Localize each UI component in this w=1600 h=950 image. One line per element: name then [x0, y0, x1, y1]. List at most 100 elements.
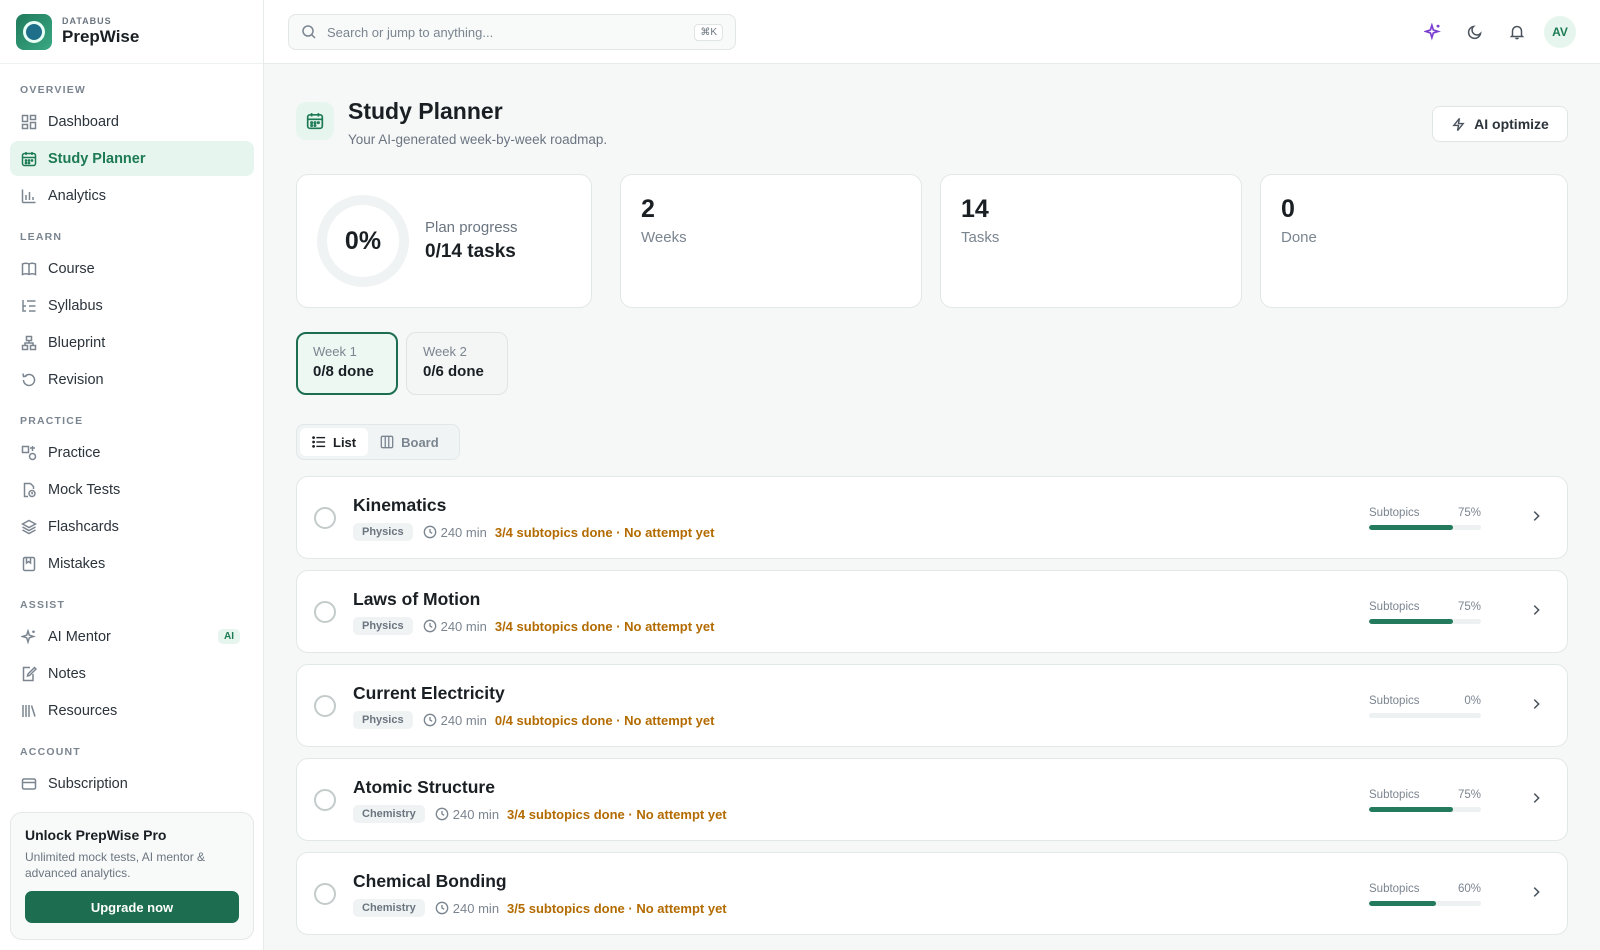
- ai-sparkles-button[interactable]: [1416, 15, 1450, 49]
- chevron-right-icon[interactable]: [1529, 697, 1543, 711]
- tasks-label: Tasks: [961, 229, 1000, 246]
- task-status: 3/5 subtopics done · No attempt yet: [507, 900, 727, 916]
- subject-tag: Physics: [353, 711, 413, 729]
- sidebar-item-label: Study Planner: [48, 150, 146, 167]
- theme-toggle-button[interactable]: [1458, 15, 1492, 49]
- sidebar-item-label: Syllabus: [48, 297, 103, 314]
- promo-title: Unlock PrepWise Pro: [25, 827, 167, 843]
- task-row[interactable]: Current Electricity Physics 240 min 0/4 sub…: [296, 664, 1568, 747]
- view-toggle: List Board: [296, 424, 460, 460]
- progress-fill: [1369, 619, 1453, 624]
- week-label: Week 1: [313, 344, 357, 359]
- upgrade-button[interactable]: Upgrade now: [25, 891, 239, 923]
- progress-ring: 0%: [317, 195, 409, 287]
- sidebar-item-resources[interactable]: Resources: [10, 693, 254, 728]
- week-tab-1[interactable]: Week 1 0/8 done: [296, 332, 398, 395]
- sidebar-item-blueprint[interactable]: Blueprint: [10, 325, 254, 360]
- task-row[interactable]: Atomic Structure Chemistry 240 min 3/4 subt…: [296, 758, 1568, 841]
- page-subtitle: Your AI-generated week-by-week roadmap.: [348, 132, 608, 147]
- list-tree-icon: [20, 297, 38, 315]
- sidebar-item-label: Mock Tests: [48, 481, 121, 498]
- sidebar-item-study-planner[interactable]: Study Planner: [10, 141, 254, 176]
- subtopics-progress-bar: [1369, 901, 1481, 906]
- task-title: Chemical Bonding: [353, 871, 507, 891]
- task-title: Laws of Motion: [353, 589, 481, 609]
- sidebar-item-label: Subscription: [48, 775, 128, 792]
- dashboard-icon: [20, 113, 38, 131]
- sidebar-item-ai-mentor[interactable]: AI Mentor AI: [10, 619, 254, 654]
- task-checkbox[interactable]: [314, 883, 336, 905]
- subtopics-percent: 75%: [1457, 507, 1481, 519]
- sidebar-item-practice[interactable]: Practice: [10, 435, 254, 470]
- clock-icon: [423, 619, 437, 633]
- list-view-button[interactable]: List: [300, 428, 369, 456]
- chevron-right-icon[interactable]: [1529, 791, 1543, 805]
- sidebar-item-flashcards[interactable]: Flashcards: [10, 509, 254, 544]
- task-checkbox[interactable]: [314, 695, 336, 717]
- sidebar-item-mistakes[interactable]: Mistakes: [10, 546, 254, 581]
- chevron-right-icon[interactable]: [1529, 603, 1543, 617]
- subtopics-progress-bar: [1369, 525, 1481, 530]
- list-icon: [312, 435, 326, 449]
- sidebar-item-syllabus[interactable]: Syllabus: [10, 288, 254, 323]
- board-view-label: Board: [401, 434, 439, 450]
- week-tab-2[interactable]: Week 2 0/6 done: [406, 332, 508, 395]
- ai-optimize-button[interactable]: AI optimize: [1432, 106, 1568, 142]
- subject-tag: Physics: [353, 617, 413, 635]
- brand-tagline: DATABUS: [62, 16, 112, 26]
- task-checkbox[interactable]: [314, 507, 336, 529]
- search-placeholder: Search or jump to anything...: [327, 24, 494, 40]
- subtopics-percent: 60%: [1457, 883, 1481, 895]
- chevron-right-icon[interactable]: [1529, 509, 1543, 523]
- rotate-icon: [20, 371, 38, 389]
- clock-icon: [423, 713, 437, 727]
- task-status: 3/4 subtopics done · No attempt yet: [494, 524, 715, 540]
- sidebar-item-notes[interactable]: Notes: [10, 656, 254, 691]
- sidebar: DATABUS PrepWise OVERVIEW Dashboard Stud…: [0, 0, 264, 950]
- calendar-icon: [20, 150, 38, 168]
- weeks-stat-card: 2 Weeks: [620, 174, 922, 308]
- clock-icon: [423, 525, 437, 539]
- task-checkbox[interactable]: [314, 789, 336, 811]
- avatar[interactable]: AV: [1544, 16, 1576, 48]
- sidebar-item-course[interactable]: Course: [10, 251, 254, 286]
- brand[interactable]: DATABUS PrepWise: [0, 0, 263, 64]
- sidebar-item-revision[interactable]: Revision: [10, 362, 254, 397]
- clock-icon: [435, 901, 449, 915]
- lightning-icon: [1451, 117, 1466, 132]
- task-row[interactable]: Chemical Bonding Chemistry 240 min 3/5 subt…: [296, 852, 1568, 935]
- credit-card-icon: [20, 775, 38, 793]
- list-view-label: List: [333, 434, 357, 450]
- search-input[interactable]: Search or jump to anything... ⌘K: [288, 14, 736, 50]
- bar-chart-icon: [20, 187, 38, 205]
- chevron-right-icon[interactable]: [1529, 885, 1543, 899]
- task-duration: 240 min: [452, 900, 500, 916]
- sidebar-item-label: AI Mentor: [48, 628, 111, 645]
- sidebar-item-label: Resources: [48, 702, 118, 719]
- week-label: Week 2: [423, 344, 467, 359]
- task-checkbox[interactable]: [314, 601, 336, 623]
- board-view-button[interactable]: Board: [368, 428, 451, 456]
- promo-description: Unlimited mock tests, AI mentor & advanc…: [25, 850, 206, 880]
- task-duration: 240 min: [440, 524, 487, 540]
- section-assist: ASSIST: [20, 599, 66, 611]
- weeks-label: Weeks: [641, 229, 687, 246]
- sidebar-item-analytics[interactable]: Analytics: [10, 178, 254, 213]
- sidebar-item-subscription[interactable]: Subscription: [10, 766, 254, 801]
- task-row[interactable]: Kinematics Physics 240 min 3/4 subtopics do…: [296, 476, 1568, 559]
- notifications-button[interactable]: [1500, 15, 1534, 49]
- subtopics-label: Subtopics: [1369, 883, 1420, 895]
- subject-tag: Physics: [353, 523, 413, 541]
- sidebar-item-dashboard[interactable]: Dashboard: [10, 104, 254, 139]
- task-row[interactable]: Laws of Motion Physics 240 min 3/4 subtopic…: [296, 570, 1568, 653]
- subtopics-label: Subtopics: [1369, 507, 1420, 519]
- subtopics-label: Subtopics: [1369, 695, 1420, 707]
- section-account: ACCOUNT: [20, 746, 81, 758]
- main-content: Study Planner Your AI-generated week-by-…: [264, 64, 1600, 950]
- sidebar-item-label: Flashcards: [48, 518, 119, 535]
- subject-tag: Chemistry: [353, 899, 425, 917]
- page-title: Study Planner: [348, 98, 503, 124]
- sidebar-item-mock-tests[interactable]: Mock Tests: [10, 472, 254, 507]
- subtopics-percent: 75%: [1457, 789, 1481, 801]
- done-label: Done: [1281, 229, 1317, 246]
